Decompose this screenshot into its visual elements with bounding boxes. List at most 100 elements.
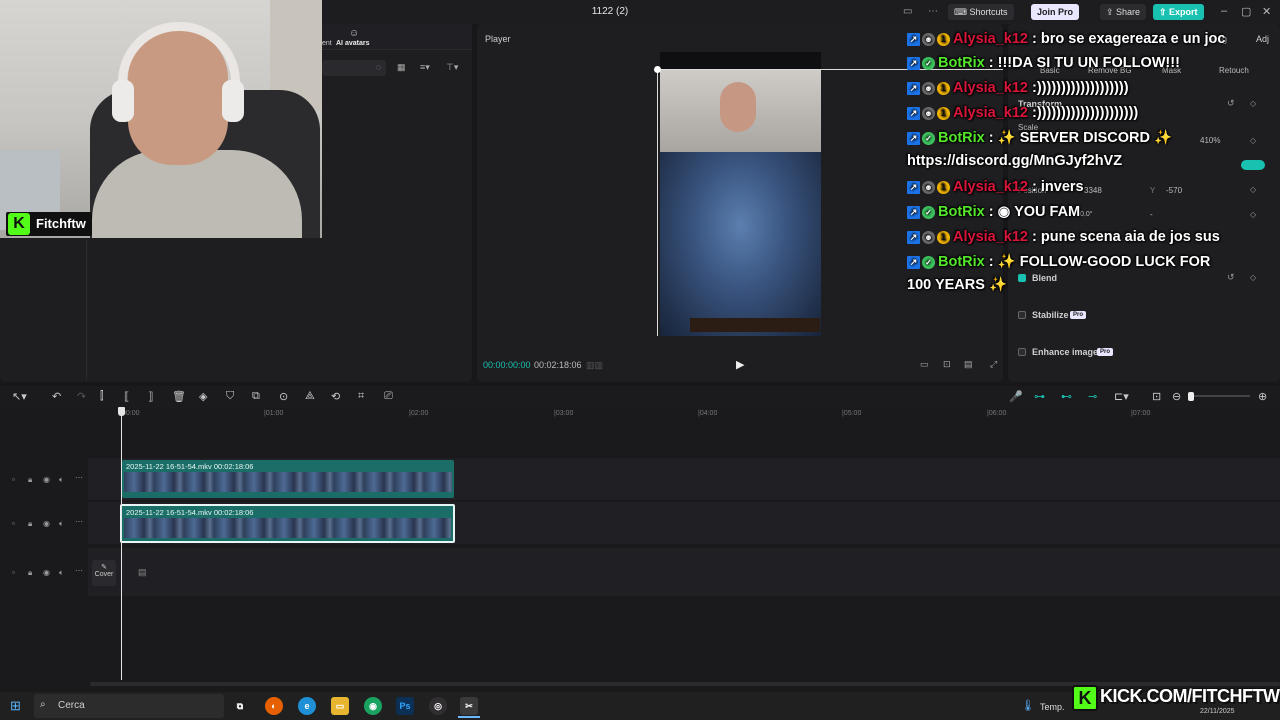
verified-badge-icon: ↗ [907,56,920,70]
chat-text: :))))))))))))))))))))) [1032,105,1139,121]
tab-adjust[interactable]: Adj [1256,34,1269,44]
minimize-icon[interactable]: – [1221,5,1227,17]
ratio-icon[interactable]: ▤ [964,359,973,370]
mirror-icon[interactable]: ⟁ [305,390,315,403]
layout-icon[interactable]: ▭ [903,6,912,17]
split-left-icon[interactable]: ⟦ [124,390,129,403]
rotate-keyframe-icon[interactable]: ◇ [1250,210,1256,219]
shield-icon[interactable]: ⛉ [226,390,234,403]
weather-label[interactable]: Temp. [1040,702,1065,712]
lock-icon[interactable]: 🔒︎ [28,519,32,529]
split-right-icon[interactable]: ⟧ [148,390,153,403]
maximize-icon[interactable]: ▢ [1241,5,1251,18]
lock-icon[interactable]: 🔒︎ [28,475,32,485]
zoom-in-icon[interactable]: ⊕ [1258,390,1267,403]
grid-view-icon[interactable]: ▦ [397,62,406,73]
snap-icon[interactable]: ⊷ [1061,390,1072,403]
quality-icon[interactable]: ▭ [920,359,929,370]
resize-icon[interactable]: ⎚ [384,390,393,403]
keyframe-icon[interactable]: ◇ [1250,99,1256,108]
rotate-icon[interactable]: ⟲ [331,390,340,403]
transform-handle[interactable] [654,66,661,73]
zoom-slider-thumb[interactable] [1188,392,1194,401]
lock-icon[interactable]: 🔒︎ [28,568,32,578]
stabilize-label[interactable]: Stabilize [1032,310,1069,320]
ruler-label: |05:00 [842,410,862,417]
more-icon[interactable]: ⋯ [928,6,938,17]
zoom-fit-icon[interactable]: ⊡ [1152,390,1161,403]
linkage-icon[interactable]: ⊸ [1088,390,1097,403]
play-icon[interactable]: ▶ [736,358,744,371]
task-view-icon[interactable]: ⧉ [231,697,249,715]
visibility-icon[interactable]: ◉ [43,519,50,528]
crop-view-icon[interactable]: ⊡ [943,359,951,370]
fullscreen-icon[interactable]: ⤢ [990,359,997,370]
zoom-slider[interactable] [1188,395,1250,397]
obs-icon[interactable]: ◎ [429,697,447,715]
playhead-handle[interactable] [118,407,125,416]
enhance-image-label[interactable]: Enhance image [1032,347,1098,357]
blend-keyframe-icon[interactable]: ◇ [1250,273,1256,282]
track-thumb-icon[interactable]: ▫ [12,568,15,577]
chat-username: Alysia_k12 [953,105,1028,121]
windows-start-icon[interactable]: ⊞ [10,698,21,714]
refresh-icon[interactable]: ◌ [376,62,381,72]
visibility-icon[interactable]: ◉ [43,568,50,577]
track-thumb-icon[interactable]: ▫ [12,475,15,484]
tab-partial[interactable]: ent [322,40,332,47]
share-button[interactable]: ⇪ Share [1100,4,1147,20]
track-more-icon[interactable]: ⋯ [75,566,83,575]
enhance-checkbox[interactable] [1018,348,1026,356]
firefox-icon[interactable]: ◐ [265,697,283,715]
undo-icon[interactable]: ↶ [52,390,61,403]
cover-button[interactable]: ✎ Cover [92,560,116,586]
taskbar-date[interactable]: 22/11/2025 [1200,708,1235,715]
reverse-play-icon[interactable]: ⊙ [279,390,288,403]
taskbar-search-input[interactable]: Cerca [34,694,224,718]
photoshop-icon[interactable]: Ps [396,697,414,715]
zoom-out-icon[interactable]: ⊖ [1172,390,1181,403]
visibility-icon[interactable]: ◉ [43,475,50,484]
position-keyframe-icon[interactable]: ◇ [1250,185,1256,194]
tab-ai-avatars[interactable]: AI avatars [336,40,369,47]
timecode-format-icon[interactable]: ▥▥ [586,360,603,371]
video-clip-selected[interactable]: 2025-11-22 16-51-54.mkv 00:02:18:06 [120,504,455,543]
file-explorer-icon[interactable]: ▭ [331,697,349,715]
delete-icon[interactable]: 🗑 [172,390,186,403]
chrome-icon[interactable]: ◉ [364,697,382,715]
close-icon[interactable]: ✕ [1262,5,1271,18]
video-clip[interactable]: 2025-11-22 16-51-54.mkv 00:02:18:06 [122,460,454,498]
audio-icon[interactable]: 🔈︎ [59,475,64,485]
crop-icon[interactable]: ⌗ [358,390,364,403]
scale-keyframe-icon[interactable]: ◇ [1250,136,1256,145]
audio-icon[interactable]: 🔈︎ [59,568,64,578]
shortcuts-button[interactable]: ⌨ Shortcuts [948,4,1014,20]
track-more-icon[interactable]: ⋯ [75,517,83,526]
audio-icon[interactable]: 🔈︎ [59,519,64,529]
track-thumb-icon[interactable]: ▫ [12,519,15,528]
link-clips-icon[interactable]: ⊶ [1034,390,1045,403]
export-button[interactable]: ⇧ Export [1153,4,1204,20]
sort-icon[interactable]: ≡▾ [420,62,430,73]
stabilize-checkbox[interactable] [1018,311,1026,319]
video-preview[interactable] [660,52,821,336]
uniform-scale-toggle[interactable] [1241,160,1265,170]
capcut-icon[interactable]: ✂ [460,697,478,715]
duplicate-icon[interactable]: ⧉ [252,390,260,403]
blend-reset-icon[interactable]: ↺ [1227,272,1235,283]
edge-icon[interactable]: e [298,697,316,715]
redo-icon[interactable]: ↷ [77,390,86,403]
split-icon[interactable]: ⫿ [100,390,104,403]
select-cursor-icon[interactable]: ↖▾ [12,390,27,403]
join-pro-button[interactable]: Join Pro [1031,4,1080,20]
preview-axis-icon[interactable]: ⊏▾ [1114,390,1129,403]
chat-link[interactable]: https://discord.gg/MnGJyf2hVZ [907,150,1232,173]
ruler-label: |02:00 [409,410,429,417]
track-more-icon[interactable]: ⋯ [75,473,83,482]
sparkle-icon: ✨ [988,277,1008,293]
freeze-icon[interactable]: ◈ [199,390,207,403]
microphone-icon[interactable]: 🎤 [1009,390,1023,403]
filter-icon[interactable]: ⊤▾ [446,62,458,73]
playhead[interactable] [121,408,122,680]
chat-username: Alysia_k12 [953,229,1028,245]
